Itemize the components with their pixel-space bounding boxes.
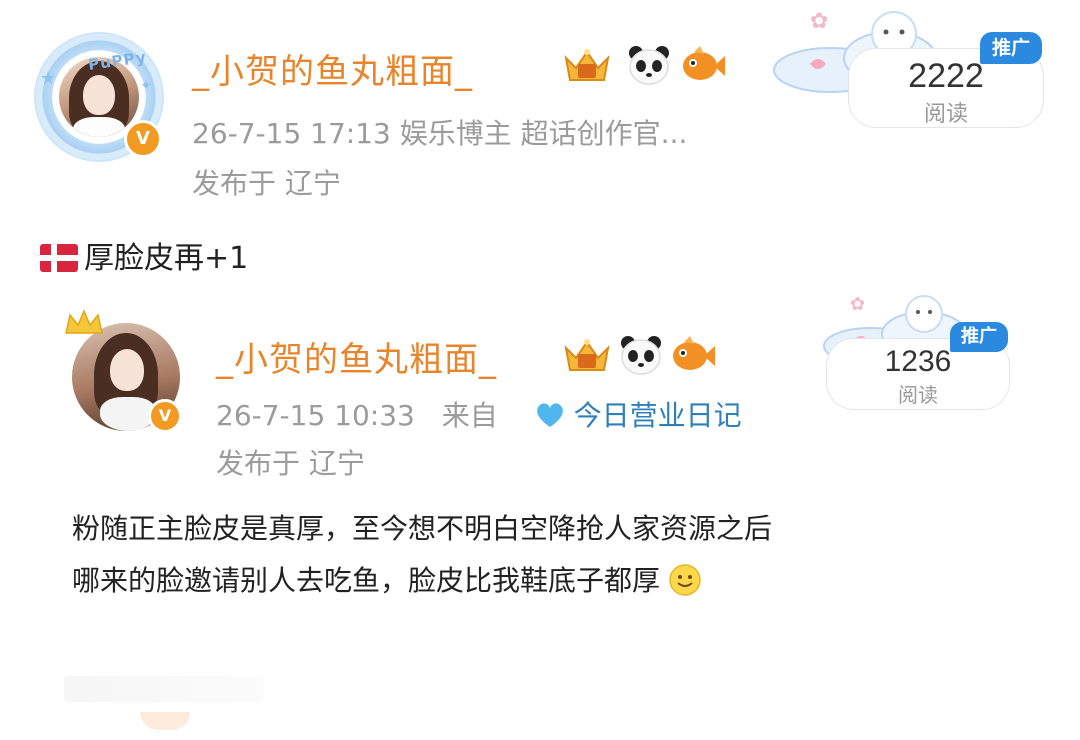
repost-time: 26-7-15 10:33 (216, 399, 415, 432)
smile-emoji-icon (669, 564, 701, 596)
repost-body-line-2: 哪来的脸邀请别人去吃鱼，脸皮比我鞋底子都厚 (72, 558, 701, 603)
verified-v-icon: V (148, 399, 182, 433)
post-body: 厚脸皮再+1 (84, 241, 249, 276)
promo-tag[interactable]: 推广 (980, 32, 1042, 64)
star-icon: ★ (40, 68, 57, 89)
repost-from-label: 来自 (441, 399, 498, 432)
blue-heart-icon (535, 399, 565, 432)
author-name[interactable]: _小贺的鱼丸粗面_ (192, 44, 473, 93)
repost-meta: 26-7-15 10:33 来自 今日营业日记 (216, 394, 742, 434)
post-meta: 26-7-15 17:13 娱乐博主 超话创作官... (192, 117, 688, 150)
verified-v-icon: V (124, 120, 162, 158)
goldfish-icon[interactable] (670, 334, 716, 376)
repost-promo-tag[interactable]: 推广 (950, 322, 1008, 352)
repost-author-name[interactable]: _小贺的鱼丸粗面_ (216, 332, 497, 381)
svg-text:✿: ✿ (850, 294, 865, 315)
repost-body-text: 哪来的脸邀请别人去吃鱼，脸皮比我鞋底子都厚 (72, 564, 661, 597)
svg-text:✿: ✿ (810, 9, 828, 34)
post-location: 发布于 辽宁 (192, 167, 341, 200)
repost-body-line-1: 粉随正主脸皮是真厚，至今想不明白空降抢人家资源之后 (72, 512, 773, 545)
blurred-content (140, 712, 190, 730)
repost-author-avatar[interactable]: V (65, 309, 182, 433)
star-icon: ✦ (140, 78, 152, 94)
crown-badge-icon[interactable] (560, 334, 614, 376)
repost-read-label: 阅读 (898, 383, 938, 407)
panda-icon[interactable] (626, 44, 672, 86)
goldfish-icon[interactable] (680, 44, 726, 86)
crown-badge-icon[interactable] (560, 44, 614, 86)
repost-source-link[interactable]: 今日营业日记 (574, 399, 742, 432)
denmark-flag-icon (40, 244, 78, 272)
repost-location: 发布于 辽宁 (216, 447, 365, 480)
blurred-content (64, 676, 264, 702)
author-avatar[interactable]: PuPPy ★ ✦ V (34, 32, 164, 162)
panda-icon[interactable] (618, 334, 664, 376)
crown-icon (65, 309, 103, 334)
read-label: 阅读 (923, 102, 968, 127)
